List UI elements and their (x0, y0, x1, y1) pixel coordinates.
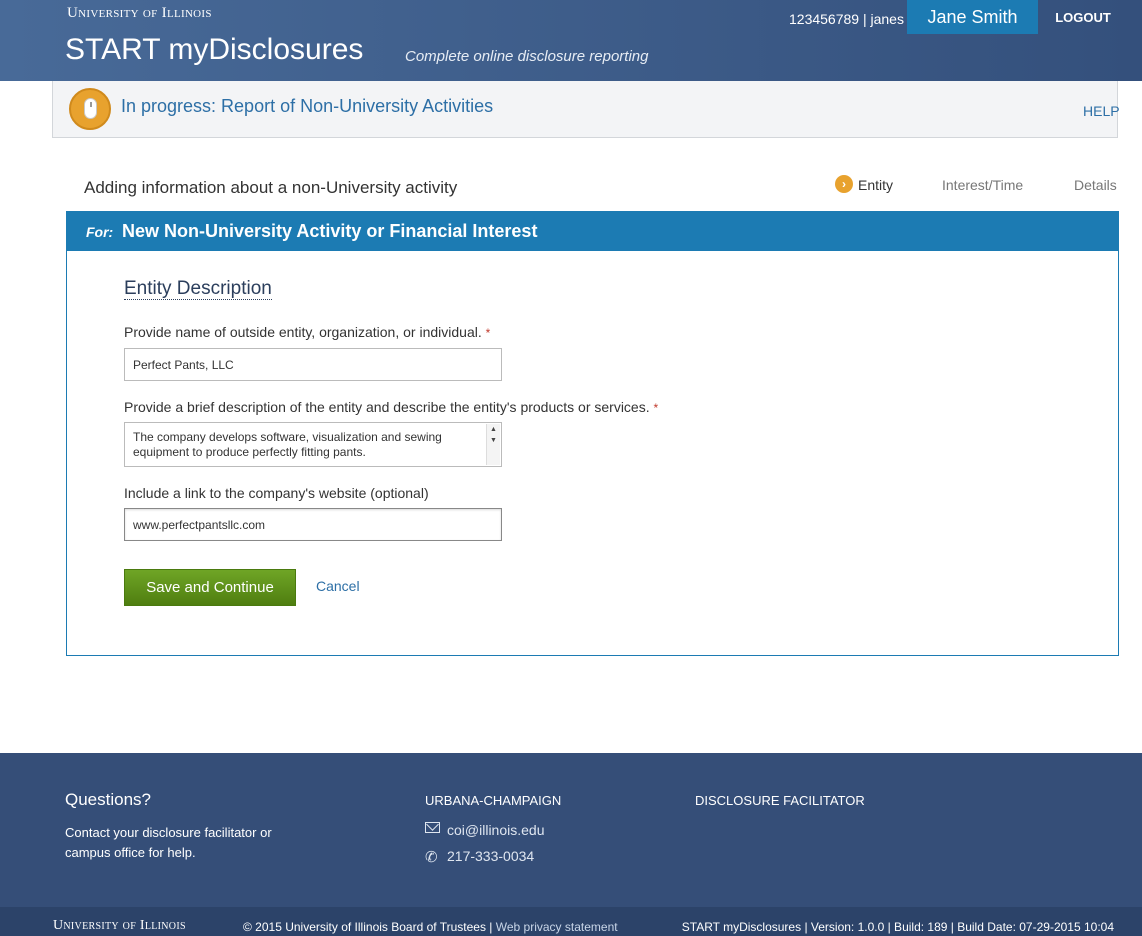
build-info: START myDisclosures | Version: 1.0.0 | B… (681, 920, 1114, 934)
step-details: Details (1074, 177, 1117, 193)
required-marker: * (485, 326, 491, 340)
entity-description-textarea[interactable]: The company develops software, visualiza… (124, 422, 502, 467)
email-link[interactable]: coi@illinois.edu (447, 822, 544, 838)
section-title: Entity Description (124, 278, 272, 300)
step-entity: Entity (858, 177, 894, 193)
user-name-button[interactable]: Jane Smith (907, 0, 1038, 34)
privacy-link[interactable]: Web privacy statement (496, 920, 618, 934)
app-title[interactable]: START myDisclosures (65, 33, 363, 67)
website-label: Include a link to the company's website … (124, 485, 429, 501)
logout-button[interactable]: LOGOUT (1038, 0, 1128, 34)
entity-description-value: The company develops software, visualiza… (133, 430, 442, 459)
bottom-bar: University of Illinois © 2015 University… (0, 907, 1142, 936)
copyright-label: © 2015 University of Illinois Board of T… (243, 920, 493, 934)
section-title-text: Entity Description (124, 278, 272, 300)
step-interest-time: Interest/Time (942, 177, 1024, 193)
help-link[interactable]: HELP (1083, 103, 1120, 119)
textarea-scrollbar[interactable]: ▲ ▼ (486, 424, 500, 465)
entity-name-input[interactable]: Perfect Pants, LLC (124, 348, 502, 381)
save-and-continue-button[interactable]: Save and Continue (124, 569, 296, 606)
page-footer: Questions? Contact your disclosure facil… (0, 753, 1142, 907)
for-label: For: (86, 224, 114, 240)
entity-name-label: Provide name of outside entity, organiza… (124, 324, 490, 340)
chevron-right-icon: › (835, 175, 853, 193)
phone-icon: ✆ (425, 849, 438, 866)
required-marker: * (653, 401, 659, 415)
entity-name-label-text: Provide name of outside entity, organiza… (124, 324, 482, 340)
user-id-text: 123456789 | janes (789, 11, 904, 27)
questions-heading: Questions? (65, 790, 151, 809)
app-tagline: Complete online disclosure reporting (405, 48, 649, 65)
contact-text: Contact your disclosure facilitator or c… (65, 825, 272, 860)
status-bar: In progress: Report of Non-University Ac… (52, 81, 1120, 138)
entity-description-label: Provide a brief description of the entit… (124, 399, 658, 415)
panel-title: New Non-University Activity or Financial… (122, 221, 538, 241)
panel-header: For: New Non-University Activity or Fina… (67, 212, 1118, 251)
university-wordmark: University of Illinois (67, 5, 212, 21)
phone-number: 217-333-0034 (447, 848, 535, 864)
cancel-link[interactable]: Cancel (316, 578, 360, 594)
entity-description-label-text: Provide a brief description of the entit… (124, 399, 650, 415)
campus-heading: URBANA-CHAMPAIGN (425, 793, 562, 808)
activity-form-panel: For: New Non-University Activity or Fina… (66, 211, 1119, 656)
status-text: In progress: Report of Non-University Ac… (121, 96, 494, 116)
mouse-icon (69, 88, 111, 130)
bottom-university-wordmark: University of Illinois (53, 918, 186, 933)
facilitator-heading: DISCLOSURE FACILITATOR (695, 793, 865, 808)
app-header: University of Illinois START myDisclosur… (0, 0, 1142, 81)
envelope-icon (425, 822, 440, 833)
copyright-text: © 2015 University of Illinois Board of T… (243, 920, 618, 934)
page-title: Adding information about a non-Universit… (84, 178, 458, 197)
website-input[interactable]: www.perfectpantsllc.com (124, 508, 502, 541)
